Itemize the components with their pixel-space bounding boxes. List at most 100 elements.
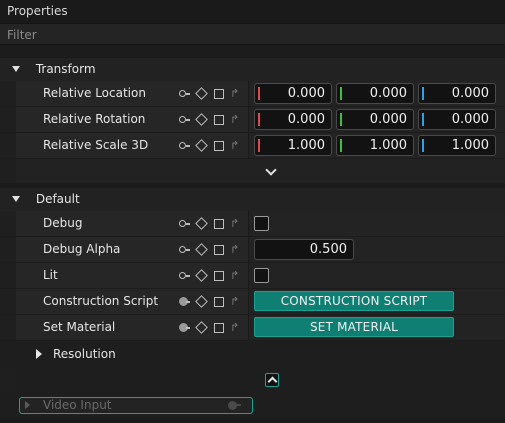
- key-icon[interactable]: [228, 401, 242, 410]
- reset-arrow-icon[interactable]: ↱: [230, 244, 242, 256]
- lit-checkbox[interactable]: [254, 268, 269, 283]
- row-gutter: [0, 289, 16, 314]
- debug-checkbox[interactable]: [254, 216, 269, 231]
- property-row-lit: Lit ↱: [0, 263, 505, 289]
- rotation-y-value: 0.000: [369, 112, 407, 127]
- reset-arrow-icon[interactable]: ↱: [230, 114, 242, 126]
- row-gutter: [0, 315, 16, 340]
- axis-x-marker: [258, 113, 260, 126]
- square-icon[interactable]: [214, 141, 224, 151]
- panel-title: Properties: [0, 0, 505, 23]
- reset-arrow-icon[interactable]: ↱: [230, 88, 242, 100]
- square-icon[interactable]: [214, 323, 224, 333]
- axis-x-marker: [258, 139, 260, 152]
- property-label: Construction Script: [43, 294, 159, 308]
- square-icon[interactable]: [214, 245, 224, 255]
- debug-alpha-value: 0.500: [309, 242, 347, 257]
- collapse-row: [0, 367, 505, 393]
- rotation-z-field[interactable]: 0.000: [418, 109, 496, 130]
- property-label: Set Material: [43, 320, 116, 334]
- property-row-relative-scale-3d: Relative Scale 3D ↱ 1.000 1.000 1.000: [0, 133, 505, 159]
- section-header-transform[interactable]: Transform: [0, 58, 505, 81]
- row-gutter: [0, 367, 16, 393]
- debug-alpha-field[interactable]: 0.500: [254, 239, 354, 260]
- value-cell: [249, 263, 505, 288]
- value-cell: [249, 211, 505, 236]
- set-material-button[interactable]: SET MATERIAL: [254, 317, 454, 337]
- chevron-up-icon: [267, 376, 278, 387]
- reset-arrow-icon[interactable]: ↱: [230, 296, 242, 308]
- advanced-expander[interactable]: [0, 159, 505, 183]
- key-icon[interactable]: [179, 244, 193, 256]
- key-icon[interactable]: [179, 270, 193, 282]
- keyframe-diamond-icon[interactable]: [195, 113, 208, 126]
- scale-z-field[interactable]: 1.000: [418, 135, 496, 156]
- row-gutter: [0, 211, 16, 236]
- square-icon[interactable]: [214, 115, 224, 125]
- reset-arrow-icon[interactable]: ↱: [230, 140, 242, 152]
- spacer: [0, 45, 505, 58]
- axis-y-marker: [340, 87, 342, 100]
- axis-z-marker: [422, 113, 424, 126]
- subgroup-resolution[interactable]: Resolution: [0, 341, 505, 367]
- property-row-set-material: Set Material ↱ SET MATERIAL: [0, 315, 505, 341]
- key-icon[interactable]: [179, 114, 193, 126]
- property-icons: ↱: [179, 243, 243, 256]
- keyframe-diamond-icon[interactable]: [195, 295, 208, 308]
- location-x-value: 0.000: [287, 86, 325, 101]
- location-y-value: 0.000: [369, 86, 407, 101]
- property-label: Relative Location: [43, 86, 146, 100]
- scale-x-field[interactable]: 1.000: [254, 135, 332, 156]
- property-row-construction-script: Construction Script ↱ CONSTRUCTION SCRIP…: [0, 289, 505, 315]
- location-z-field[interactable]: 0.000: [418, 83, 496, 104]
- scale-y-field[interactable]: 1.000: [336, 135, 414, 156]
- key-icon[interactable]: [179, 218, 193, 230]
- property-icons: ↱: [179, 295, 243, 308]
- key-icon[interactable]: [179, 88, 193, 100]
- scale-x-value: 1.000: [287, 138, 325, 153]
- construction-script-button[interactable]: CONSTRUCTION SCRIPT: [254, 291, 454, 311]
- keyframe-diamond-icon[interactable]: [195, 139, 208, 152]
- location-x-field[interactable]: 0.000: [254, 83, 332, 104]
- axis-z-marker: [422, 87, 424, 100]
- filter-input[interactable]: Filter: [0, 23, 505, 45]
- rotation-x-field[interactable]: 0.000: [254, 109, 332, 130]
- video-input-pin[interactable]: Video Input: [19, 397, 253, 414]
- section-title-default: Default: [35, 192, 80, 206]
- reset-arrow-icon[interactable]: ↱: [230, 322, 242, 334]
- video-input-label: Video Input: [43, 398, 112, 412]
- property-row-debug-alpha: Debug Alpha ↱ 0.500: [0, 237, 505, 263]
- property-label: Debug: [43, 216, 83, 230]
- properties-panel: Properties Filter Transform Relative Loc…: [0, 0, 505, 423]
- property-label: Lit: [43, 268, 58, 282]
- square-icon[interactable]: [214, 89, 224, 99]
- reset-arrow-icon[interactable]: ↱: [230, 218, 242, 230]
- axis-x-marker: [258, 87, 260, 100]
- caret-right-icon: [36, 349, 42, 359]
- square-icon[interactable]: [214, 297, 224, 307]
- square-icon[interactable]: [214, 219, 224, 229]
- rotation-x-value: 0.000: [287, 112, 325, 127]
- axis-y-marker: [340, 139, 342, 152]
- key-icon[interactable]: [179, 140, 193, 152]
- chevron-down-icon[interactable]: [265, 164, 277, 176]
- keyframe-diamond-icon[interactable]: [195, 217, 208, 230]
- keyframe-diamond-icon[interactable]: [195, 269, 208, 282]
- rotation-z-value: 0.000: [451, 112, 489, 127]
- square-icon[interactable]: [214, 271, 224, 281]
- location-y-field[interactable]: 0.000: [336, 83, 414, 104]
- row-gutter: [0, 107, 16, 132]
- key-icon[interactable]: [179, 296, 193, 308]
- keyframe-diamond-icon[interactable]: [195, 321, 208, 334]
- section-header-default[interactable]: Default: [0, 188, 505, 211]
- reset-arrow-icon[interactable]: ↱: [230, 270, 242, 282]
- property-row-relative-location: Relative Location ↱ 0.000 0.000 0.000: [0, 81, 505, 107]
- keyframe-diamond-icon[interactable]: [195, 243, 208, 256]
- caret-down-icon: [12, 195, 20, 202]
- rotation-y-field[interactable]: 0.000: [336, 109, 414, 130]
- key-icon[interactable]: [179, 322, 193, 334]
- collapse-button[interactable]: [265, 373, 279, 387]
- row-gutter: [0, 263, 16, 288]
- scale-y-value: 1.000: [369, 138, 407, 153]
- keyframe-diamond-icon[interactable]: [195, 87, 208, 100]
